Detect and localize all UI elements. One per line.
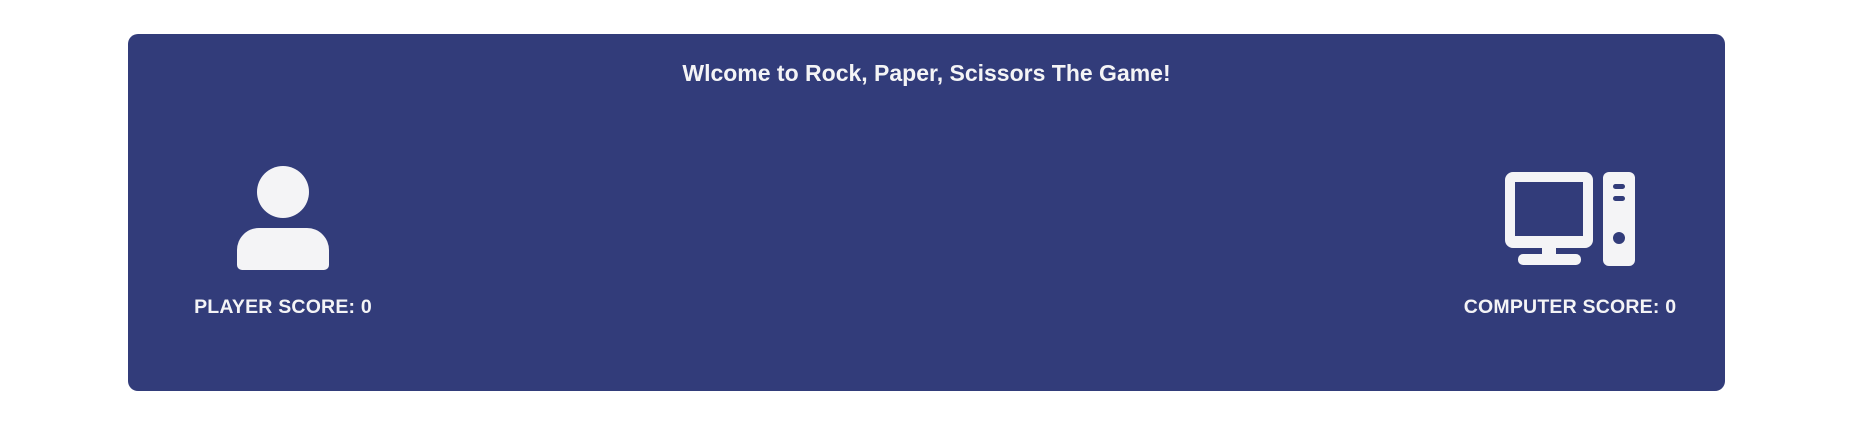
player-area: PLAYER SCORE: 0	[163, 166, 403, 319]
computer-area: COMPUTER SCORE: 0	[1450, 166, 1690, 319]
game-panel: Wlcome to Rock, Paper, Scissors The Game…	[128, 34, 1725, 391]
game-title: Wlcome to Rock, Paper, Scissors The Game…	[682, 60, 1171, 86]
user-icon	[163, 166, 403, 270]
desktop-computer-icon	[1450, 166, 1690, 270]
computer-score: COMPUTER SCORE: 0	[1463, 296, 1677, 318]
player-score: PLAYER SCORE: 0	[194, 296, 372, 318]
